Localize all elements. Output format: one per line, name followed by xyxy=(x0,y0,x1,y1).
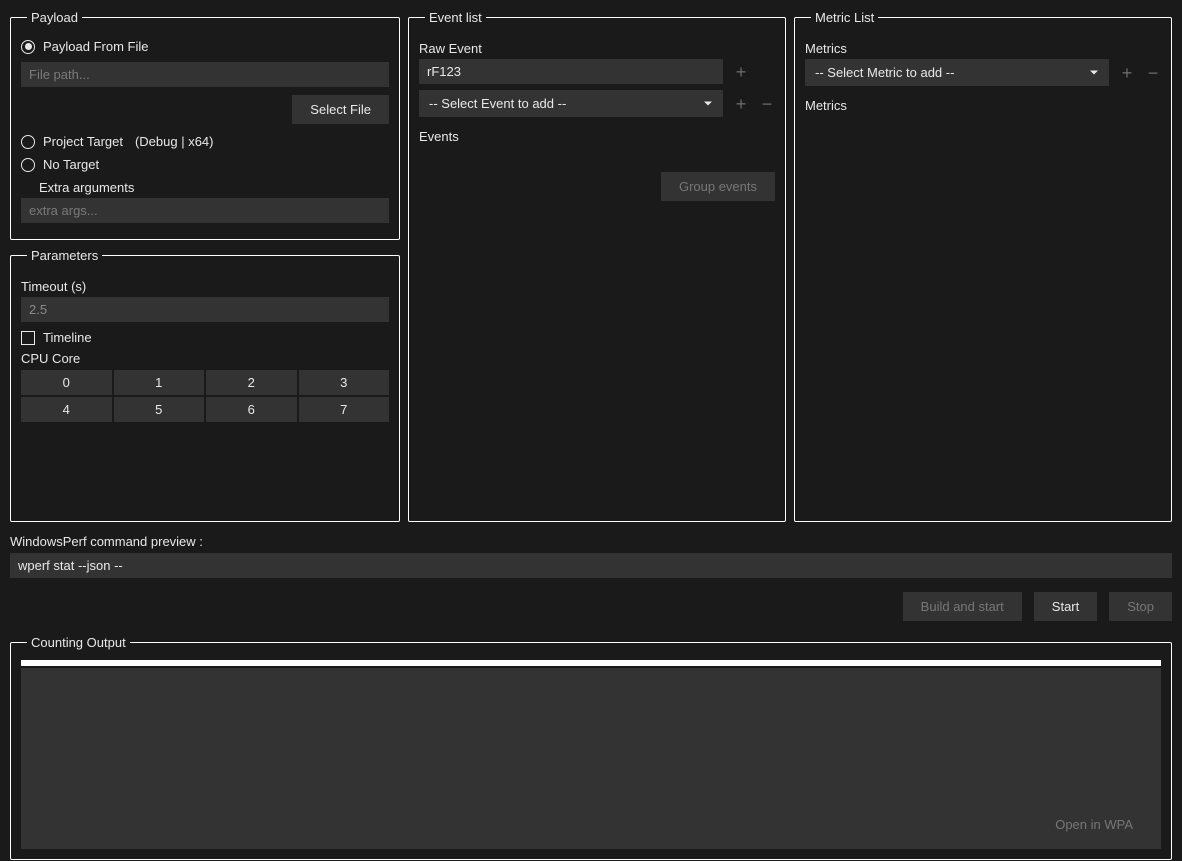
payload-from-file-radio[interactable] xyxy=(21,40,35,54)
event-add-icon[interactable]: + xyxy=(733,95,749,113)
no-target-label: No Target xyxy=(43,157,99,172)
payload-from-file-label: Payload From File xyxy=(43,39,148,54)
project-target-radio[interactable] xyxy=(21,135,35,149)
counting-output-legend: Counting Output xyxy=(27,635,130,650)
payload-legend: Payload xyxy=(27,10,82,25)
output-header-bar xyxy=(21,660,1161,666)
metrics-label: Metrics xyxy=(805,41,1161,56)
cpu-core-cell[interactable]: 4 xyxy=(21,397,112,422)
raw-event-label: Raw Event xyxy=(419,41,775,56)
extra-args-input[interactable] xyxy=(21,198,389,223)
metrics-header: Metrics xyxy=(805,98,1161,113)
event-list-group: Event list Raw Event + − -- Select Event… xyxy=(408,10,786,522)
event-remove-icon[interactable]: − xyxy=(759,95,775,113)
parameters-group: Parameters Timeout (s) Timeline CPU Core… xyxy=(10,248,400,522)
timeline-label: Timeline xyxy=(43,330,92,345)
command-preview-label: WindowsPerf command preview : xyxy=(10,534,1172,549)
cpu-core-cell[interactable]: 0 xyxy=(21,370,112,395)
event-select[interactable]: -- Select Event to add -- xyxy=(419,90,723,117)
metric-remove-icon[interactable]: − xyxy=(1145,64,1161,82)
cpu-core-cell[interactable]: 3 xyxy=(299,370,390,395)
metric-add-icon[interactable]: + xyxy=(1119,64,1135,82)
raw-event-input[interactable] xyxy=(419,59,723,84)
command-preview: WindowsPerf command preview : wperf stat… xyxy=(10,534,1172,578)
timeline-checkbox[interactable] xyxy=(21,331,35,345)
select-file-button[interactable]: Select File xyxy=(292,95,389,124)
stop-button[interactable]: Stop xyxy=(1109,592,1172,621)
open-in-wpa-button[interactable]: Open in WPA xyxy=(1037,810,1151,839)
metric-list-legend: Metric List xyxy=(811,10,878,25)
event-select-placeholder: -- Select Event to add -- xyxy=(429,96,566,111)
project-target-config: (Debug | x64) xyxy=(135,134,214,149)
cpu-core-grid: 0 1 2 3 4 5 6 7 xyxy=(21,370,389,422)
timeout-label: Timeout (s) xyxy=(21,279,389,294)
parameters-legend: Parameters xyxy=(27,248,102,263)
cpu-core-cell[interactable]: 7 xyxy=(299,397,390,422)
counting-output-group: Counting Output Open in WPA xyxy=(10,635,1172,860)
start-button[interactable]: Start xyxy=(1034,592,1097,621)
build-and-start-button[interactable]: Build and start xyxy=(903,592,1022,621)
metric-list-group: Metric List Metrics -- Select Metric to … xyxy=(794,10,1172,522)
command-preview-text: wperf stat --json -- xyxy=(10,553,1172,578)
cpu-core-cell[interactable]: 6 xyxy=(206,397,297,422)
cpu-core-cell[interactable]: 1 xyxy=(114,370,205,395)
metric-select-placeholder: -- Select Metric to add -- xyxy=(815,65,954,80)
cpu-core-cell[interactable]: 5 xyxy=(114,397,205,422)
timeout-input[interactable] xyxy=(21,297,389,322)
file-path-input[interactable] xyxy=(21,62,389,87)
event-list-legend: Event list xyxy=(425,10,486,25)
no-target-radio[interactable] xyxy=(21,158,35,172)
cpu-core-cell[interactable]: 2 xyxy=(206,370,297,395)
group-events-button[interactable]: Group events xyxy=(661,172,775,201)
metric-select[interactable]: -- Select Metric to add -- xyxy=(805,59,1109,86)
extra-args-label: Extra arguments xyxy=(39,180,389,195)
events-header: Events xyxy=(419,129,775,144)
cpu-core-label: CPU Core xyxy=(21,351,389,366)
raw-event-add-icon[interactable]: + xyxy=(733,63,749,81)
output-content: Open in WPA xyxy=(21,668,1161,849)
payload-group: Payload Payload From File Select File Pr… xyxy=(10,10,400,240)
project-target-label: Project Target xyxy=(43,134,123,149)
